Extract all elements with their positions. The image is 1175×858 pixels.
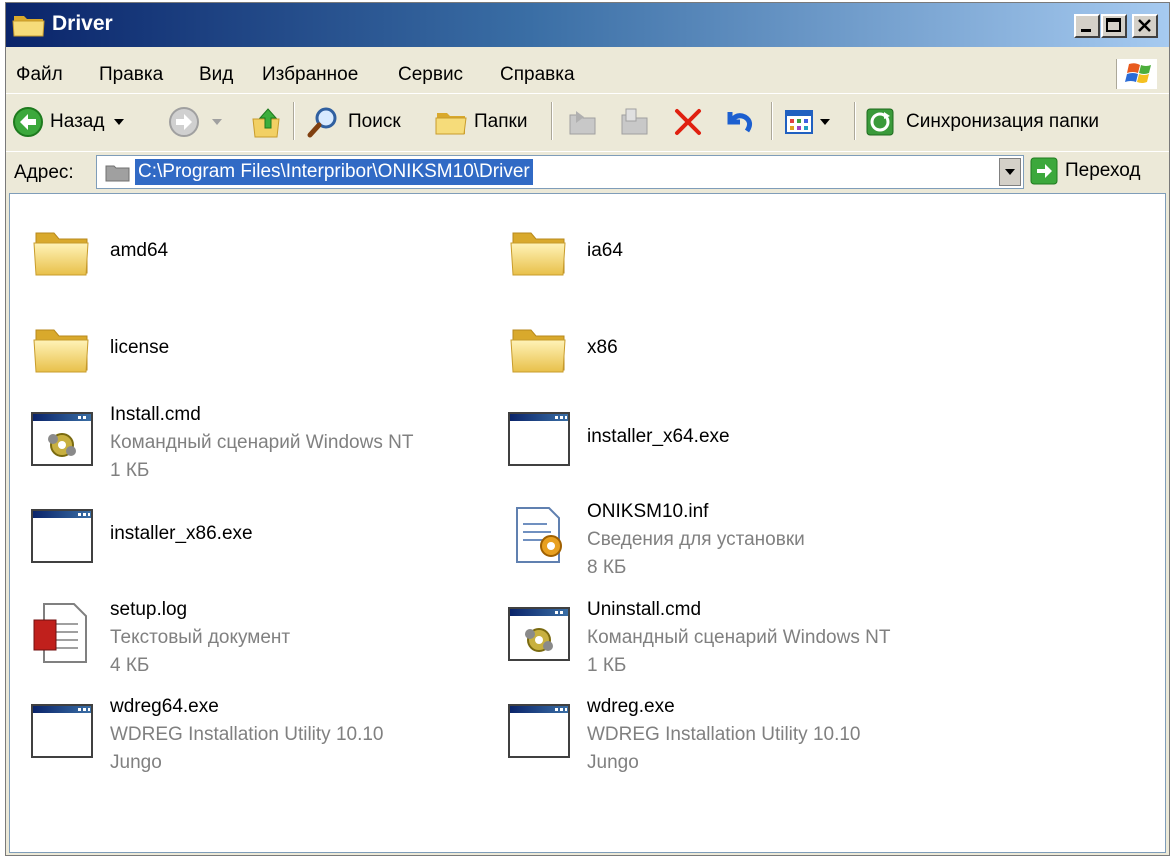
file-size: 4 КБ bbox=[110, 655, 150, 676]
address-path: C:\Program Files\Interpribor\ONIKSM10\Dr… bbox=[135, 159, 533, 185]
folders-label: Папки bbox=[474, 111, 528, 132]
exe-icon bbox=[507, 697, 571, 761]
title-bar[interactable]: Driver bbox=[6, 3, 1169, 47]
sync-label: Синхронизация папки bbox=[906, 111, 1099, 132]
file-type: Текстовый документ bbox=[110, 627, 291, 648]
exe-icon bbox=[507, 405, 571, 469]
forward-button[interactable] bbox=[168, 94, 226, 150]
copy-to-button[interactable] bbox=[618, 94, 650, 150]
copy-to-icon bbox=[621, 108, 648, 135]
file-name: Install.cmd bbox=[110, 404, 201, 425]
menu-tools[interactable]: Сервис bbox=[398, 64, 463, 86]
file-name: license bbox=[110, 337, 170, 358]
file-name: installer_x86.exe bbox=[110, 523, 253, 544]
windows-logo bbox=[1116, 59, 1157, 89]
close-button[interactable] bbox=[1132, 14, 1158, 38]
file-size: 1 КБ bbox=[110, 460, 150, 481]
folder-icon bbox=[30, 219, 94, 283]
up-folder-button[interactable] bbox=[250, 94, 284, 150]
window-title: Driver bbox=[52, 12, 113, 35]
dropdown-arrow-icon[interactable] bbox=[210, 116, 226, 128]
file-name: amd64 bbox=[110, 240, 169, 261]
file-name: installer_x64.exe bbox=[587, 426, 730, 447]
delete-button[interactable] bbox=[672, 94, 704, 150]
file-type: Сведения для установки bbox=[587, 529, 805, 550]
maximize-button[interactable] bbox=[1101, 14, 1127, 38]
explorer-window: Driver Файл Правка Вид Избранное Сервис … bbox=[5, 2, 1170, 856]
dropdown-arrow-icon[interactable] bbox=[818, 116, 832, 128]
menu-file[interactable]: Файл bbox=[16, 64, 63, 86]
delete-icon bbox=[675, 109, 701, 135]
menu-view[interactable]: Вид bbox=[199, 64, 233, 86]
undo-icon bbox=[727, 112, 753, 133]
forward-arrow-icon bbox=[169, 107, 199, 137]
menu-bar: Файл Правка Вид Избранное Сервис Справка bbox=[6, 55, 1169, 93]
menu-favorites[interactable]: Избранное bbox=[262, 64, 358, 86]
search-button[interactable]: Поиск bbox=[306, 94, 401, 150]
menu-edit[interactable]: Правка bbox=[99, 64, 163, 86]
views-icon bbox=[785, 110, 813, 134]
file-name: ia64 bbox=[587, 240, 623, 261]
search-icon bbox=[307, 107, 337, 138]
file-type: WDREG Installation Utility 10.10 bbox=[110, 724, 384, 745]
go-button[interactable]: Переход bbox=[1030, 157, 1140, 185]
back-label: Назад bbox=[50, 111, 105, 132]
go-arrow-icon bbox=[1030, 157, 1058, 185]
address-dropdown-button[interactable] bbox=[999, 158, 1021, 186]
close-icon bbox=[1138, 19, 1151, 32]
views-button[interactable] bbox=[784, 94, 832, 150]
address-bar: Адрес: C:\Program Files\Interpribor\ONIK… bbox=[6, 151, 1169, 194]
file-type: Командный сценарий Windows NT bbox=[110, 432, 414, 453]
folder-icon bbox=[30, 316, 94, 380]
cmd-script-icon bbox=[507, 600, 571, 664]
move-to-icon bbox=[569, 111, 596, 135]
back-button[interactable]: Назад bbox=[12, 94, 128, 150]
file-name: wdreg64.exe bbox=[110, 696, 219, 717]
folder-icon bbox=[12, 16, 45, 37]
maximize-icon bbox=[1106, 18, 1121, 32]
go-label: Переход bbox=[1065, 160, 1141, 181]
file-name: setup.log bbox=[110, 599, 188, 620]
search-label: Поиск bbox=[348, 111, 401, 132]
exe-icon bbox=[30, 502, 94, 566]
file-type: Командный сценарий Windows NT bbox=[587, 627, 891, 648]
file-list: amd64 ia64 license x86 Install.cmd Коман… bbox=[9, 193, 1166, 853]
sync-folder-button[interactable]: Синхронизация папки bbox=[864, 94, 1099, 150]
file-name: x86 bbox=[587, 337, 618, 358]
file-size: 8 КБ bbox=[587, 557, 627, 578]
windows-flag-icon bbox=[1125, 63, 1151, 83]
file-company: Jungo bbox=[110, 752, 162, 773]
exe-icon bbox=[30, 697, 94, 761]
folder-icon bbox=[507, 219, 571, 283]
back-arrow-icon bbox=[13, 107, 43, 137]
cmd-script-icon bbox=[30, 405, 94, 469]
toolbar: Назад Поиск Папки Синхронизация папки bbox=[6, 93, 1169, 150]
minimize-icon bbox=[1081, 29, 1091, 32]
folder-icon bbox=[507, 316, 571, 380]
address-label: Адрес: bbox=[14, 162, 74, 183]
file-size: 1 КБ bbox=[587, 655, 627, 676]
file-name: wdreg.exe bbox=[587, 696, 675, 717]
sync-icon bbox=[866, 108, 894, 136]
file-name: ONIKSM10.inf bbox=[587, 501, 709, 522]
text-document-icon bbox=[30, 600, 94, 664]
file-company: Jungo bbox=[587, 752, 639, 773]
inf-icon bbox=[507, 502, 571, 566]
folders-icon bbox=[435, 113, 467, 135]
minimize-button[interactable] bbox=[1074, 14, 1100, 38]
file-type: WDREG Installation Utility 10.10 bbox=[587, 724, 861, 745]
undo-button[interactable] bbox=[722, 94, 756, 150]
dropdown-arrow-icon[interactable] bbox=[112, 116, 128, 128]
folder-icon bbox=[105, 165, 130, 182]
folder-up-icon bbox=[252, 108, 280, 138]
file-name: Uninstall.cmd bbox=[587, 599, 702, 620]
move-to-button[interactable] bbox=[566, 94, 598, 150]
menu-help[interactable]: Справка bbox=[500, 64, 575, 86]
folders-button[interactable]: Папки bbox=[434, 94, 527, 150]
chevron-down-icon bbox=[1005, 169, 1015, 175]
address-input[interactable]: C:\Program Files\Interpribor\ONIKSM10\Dr… bbox=[96, 155, 1024, 189]
